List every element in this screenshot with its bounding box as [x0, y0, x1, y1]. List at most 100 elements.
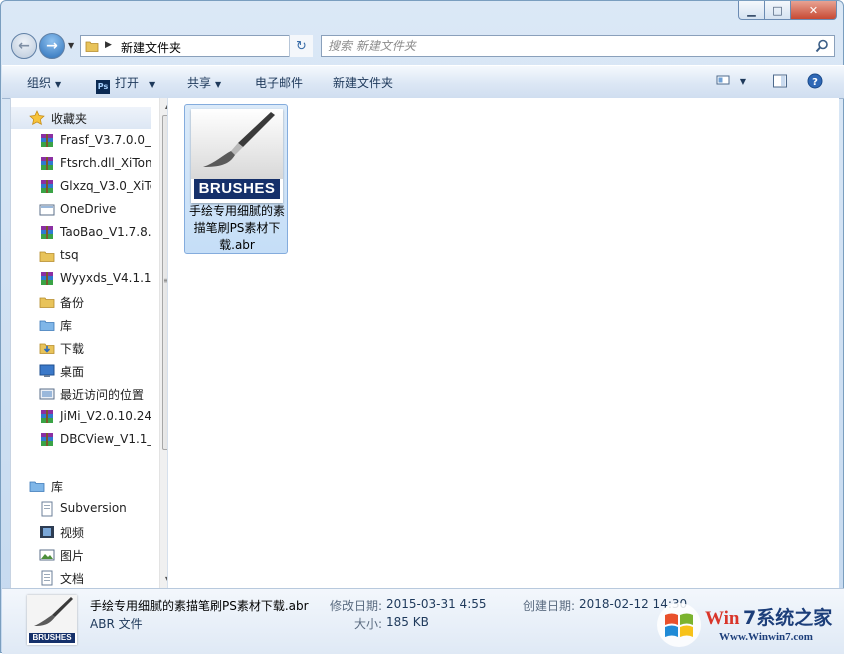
folder-icon [85, 39, 99, 56]
nav-item[interactable]: 图片 [11, 544, 151, 566]
nav-libraries[interactable]: 库 [11, 475, 151, 497]
pictures-icon [39, 547, 55, 563]
nav-item-label: Frasf_V3.7.0.0_X [60, 133, 151, 147]
nav-item-label: 视频 [60, 524, 84, 541]
share-button[interactable]: 共享▼ [187, 74, 221, 91]
nav-item[interactable]: Wyyxds_V4.1.1. [11, 268, 151, 290]
search-input[interactable] [328, 38, 808, 54]
search-icon[interactable] [815, 39, 829, 56]
nav-item-label: JiMi_V2.0.10.24_ [60, 409, 151, 423]
recent-pages-dropdown[interactable]: ▼ [68, 41, 74, 50]
open-label: 打开 [115, 76, 139, 90]
breadcrumb-current[interactable]: 新建文件夹 [121, 39, 181, 56]
winrar-archive-icon [39, 409, 55, 425]
file-item[interactable]: BRUSHES 手绘专用细腻的素描笔刷PS素材下载.abr [184, 104, 288, 254]
nav-item[interactable]: 最近访问的位置 [11, 383, 151, 405]
nav-favorites[interactable]: 收藏夹 [11, 107, 151, 129]
maximize-button[interactable]: □ [765, 1, 791, 20]
nav-item[interactable]: DBCView_V1.1_ [11, 429, 151, 451]
file-name: 手绘专用细腻的素描笔刷PS素材下载.abr [187, 203, 287, 254]
winrar-archive-icon [39, 432, 55, 448]
chevron-down-icon[interactable]: ▼ [149, 80, 155, 89]
nav-item[interactable]: Subversion [11, 498, 151, 520]
close-button[interactable]: ✕ [791, 1, 837, 20]
forward-button[interactable]: → [39, 33, 65, 59]
view-icon [716, 76, 734, 90]
caption-buttons: ▁ □ ✕ [738, 1, 837, 20]
search-box [321, 35, 835, 57]
nav-item[interactable]: 文档 [11, 567, 151, 589]
modified-label: 修改日期: [330, 597, 382, 614]
help-button[interactable]: ? [807, 73, 823, 92]
size-label: 大小: [354, 615, 382, 632]
explorer-window: ▁ □ ✕ ← → ▼ ▶ 新建文件夹 ▼ ↻ [0, 0, 844, 653]
nav-item-label: 最近访问的位置 [60, 386, 144, 403]
preview-pane-button[interactable] [772, 73, 788, 92]
windows-logo-icon: Win 7系统之家 [639, 599, 839, 651]
arrow-right-icon: → [46, 38, 58, 54]
refresh-button[interactable]: ↻ [289, 35, 313, 57]
nav-item-label: 备份 [60, 294, 84, 311]
winrar-archive-icon [39, 133, 55, 149]
minimize-button[interactable]: ▁ [738, 1, 765, 20]
nav-item-label: 库 [60, 317, 72, 334]
nav-item[interactable]: TaoBao_V1.7.8. [11, 222, 151, 244]
nav-favorites-label: 收藏夹 [51, 110, 87, 127]
preview-pane-icon [772, 78, 788, 92]
open-button[interactable]: Ps 打开 ▼ [96, 74, 155, 94]
organize-button[interactable]: 组织 ▼ [27, 74, 61, 91]
nav-item[interactable]: Ftsrch.dll_XiTon [11, 153, 151, 175]
breadcrumb-chevron-icon[interactable]: ▶ [105, 40, 112, 50]
photoshop-icon: Ps [96, 80, 110, 94]
nav-item[interactable]: 下载 [11, 337, 151, 359]
nav-item-label: tsq [60, 248, 79, 262]
library-icon [39, 317, 55, 333]
file-list: BRUSHES 手绘专用细腻的素描笔刷PS素材下载.abr [167, 98, 839, 588]
nav-item[interactable]: 桌面 [11, 360, 151, 382]
folder-icon [39, 248, 55, 264]
command-bar: 组织 ▼ Ps 打开 ▼ 共享▼ 电子邮件 新建文件夹 ▼ ? [2, 65, 844, 99]
nav-item-label: 下载 [60, 340, 84, 357]
nav-item[interactable]: 库 [11, 314, 151, 336]
nav-item-label: TaoBao_V1.7.8. [60, 225, 151, 239]
svg-text:?: ? [812, 77, 818, 88]
nav-item[interactable]: 备份 [11, 291, 151, 313]
change-view-button[interactable]: ▼ [716, 73, 746, 90]
address-bar[interactable]: ▶ 新建文件夹 ▼ [80, 35, 313, 57]
organize-label: 组织 [27, 76, 51, 90]
svg-text:Win: Win [705, 608, 740, 629]
nav-item[interactable]: JiMi_V2.0.10.24_ [11, 406, 151, 428]
address-row: ← → ▼ ▶ 新建文件夹 ▼ ↻ [1, 29, 844, 65]
onedrive-icon [39, 202, 55, 218]
navigation-pane: 收藏夹 Frasf_V3.7.0.0_X Ftsrch.dll_XiTon Glxz… [10, 98, 166, 588]
documents-icon [39, 570, 55, 586]
nav-libraries-label: 库 [51, 478, 63, 495]
created-label: 创建日期: [523, 597, 575, 614]
refresh-icon: ↻ [296, 39, 307, 54]
nav-item-label: DBCView_V1.1_ [60, 432, 151, 446]
downloads-icon [39, 340, 55, 356]
nav-item[interactable]: tsq [11, 245, 151, 267]
winrar-archive-icon [39, 179, 55, 195]
chevron-down-icon: ▼ [55, 80, 61, 89]
size-value: 185 KB [386, 615, 429, 629]
recent-places-icon [39, 386, 55, 402]
nav-item-label: OneDrive [60, 202, 116, 216]
email-button[interactable]: 电子邮件 [255, 74, 303, 91]
nav-item-label: 文档 [60, 570, 84, 587]
nav-item-label: 桌面 [60, 363, 84, 380]
file-thumbnail: BRUSHES [191, 109, 283, 203]
nav-item-label: Wyyxds_V4.1.1. [60, 271, 151, 285]
nav-item[interactable]: Glxzq_V3.0_XiTo [11, 176, 151, 198]
nav-item-label: Ftsrch.dll_XiTon [60, 156, 151, 170]
folder-icon [39, 294, 55, 310]
videos-icon [39, 524, 55, 540]
back-button[interactable]: ← [11, 33, 37, 59]
nav-item[interactable]: 视频 [11, 521, 151, 543]
winrar-archive-icon [39, 225, 55, 241]
details-thumbnail-label: BRUSHES [29, 633, 75, 643]
new-folder-button[interactable]: 新建文件夹 [333, 74, 393, 91]
nav-item[interactable]: OneDrive [11, 199, 151, 221]
nav-item[interactable]: Frasf_V3.7.0.0_X [11, 130, 151, 152]
star-icon [29, 110, 45, 126]
